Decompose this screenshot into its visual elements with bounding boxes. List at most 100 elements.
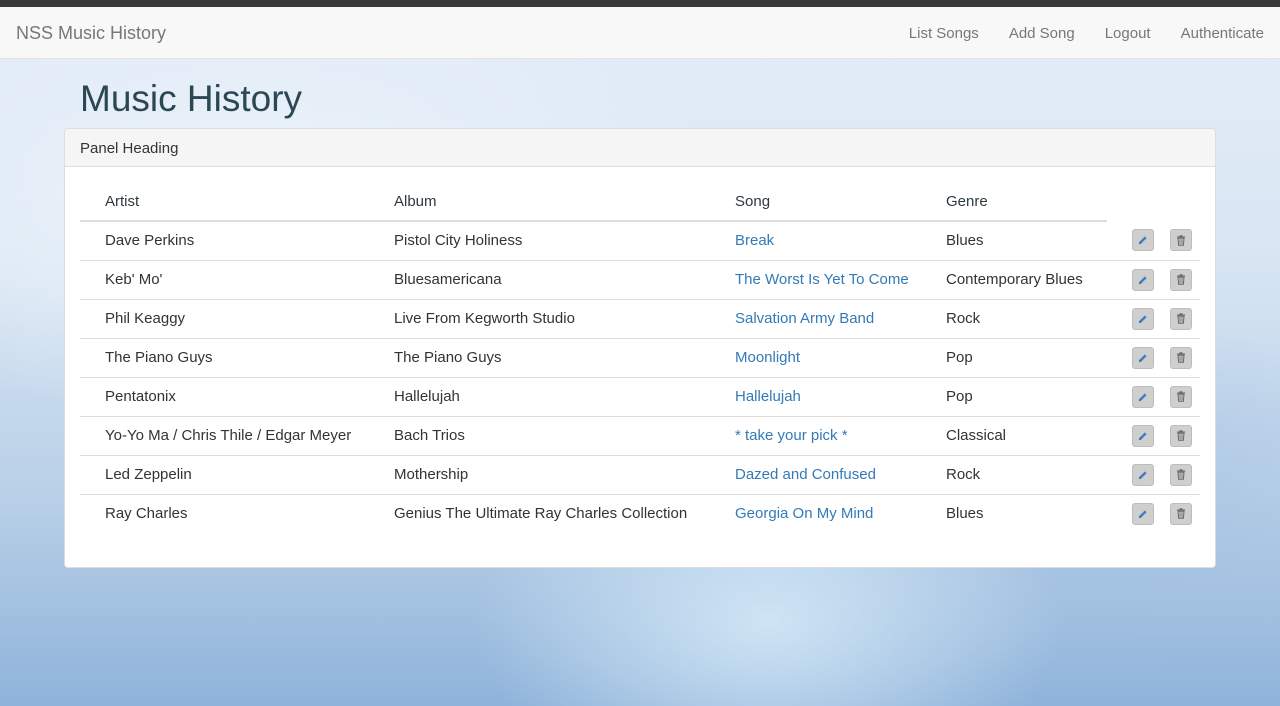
column-header-edit	[1107, 182, 1154, 221]
edit-button[interactable]	[1132, 385, 1154, 408]
cell-album: Genius The Ultimate Ray Charles Collecti…	[394, 493, 735, 533]
cell-delete	[1154, 337, 1200, 377]
nav-link-add-song[interactable]: Add Song	[1009, 25, 1075, 42]
trash-icon	[1176, 352, 1186, 363]
table-row: Keb' Mo' Bluesamericana The Worst Is Yet T…	[80, 259, 1200, 299]
cell-song: Dazed and Confused	[735, 454, 946, 494]
trash-icon	[1176, 274, 1186, 285]
cell-song: Break	[735, 221, 946, 260]
column-header-genre: Genre	[946, 182, 1107, 222]
song-link[interactable]: Hallelujah	[735, 388, 801, 405]
nav-link-logout[interactable]: Logout	[1105, 25, 1151, 42]
table-row: Yo-Yo Ma / Chris Thile / Edgar Meyer Bach…	[80, 415, 1200, 455]
cell-artist: Ray Charles	[80, 493, 394, 533]
trash-icon	[1176, 391, 1186, 402]
cell-song: Georgia On My Mind	[735, 493, 946, 533]
page-title: Music History	[80, 78, 303, 119]
table-row: Ray Charles Genius The Ultimate Ray Charl…	[80, 493, 1200, 533]
cell-album: Hallelujah	[394, 376, 735, 416]
edit-button[interactable]	[1132, 268, 1154, 291]
pencil-icon	[1138, 392, 1148, 402]
cell-artist: Pentatonix	[80, 376, 394, 416]
table-row: Phil Keaggy Live From Kegworth Studio Salv…	[80, 298, 1200, 338]
cell-album: Pistol City Holiness	[394, 232, 523, 250]
song-link[interactable]: Moonlight	[735, 349, 800, 366]
cell-delete	[1154, 454, 1200, 494]
nav-link-authenticate[interactable]: Authenticate	[1181, 25, 1264, 42]
cell-edit	[1107, 259, 1154, 299]
cell-artist: Dave Perkins	[105, 232, 195, 250]
cell-edit	[1107, 454, 1154, 494]
song-link[interactable]: Dazed and Confused	[735, 466, 876, 483]
cell-genre: Blues	[946, 493, 1107, 533]
pencil-icon	[1138, 470, 1148, 480]
trash-icon	[1176, 313, 1186, 324]
edit-button[interactable]	[1132, 463, 1154, 486]
navbar: NSS Music History List Songs Add Song Lo…	[0, 7, 1280, 59]
edit-button[interactable]	[1132, 307, 1154, 330]
cell-genre: Contemporary Blues	[946, 259, 1107, 299]
cell-delete	[1154, 298, 1200, 338]
navbar-brand[interactable]: NSS Music History	[16, 23, 166, 44]
song-link[interactable]: Break	[735, 232, 774, 249]
cell-song: * take your pick *	[735, 415, 946, 455]
song-link[interactable]: Salvation Army Band	[735, 310, 874, 327]
edit-button[interactable]	[1132, 229, 1154, 252]
songs-table: Artist Album Song Genre Dave Perkins Pist…	[80, 182, 1200, 533]
column-header-artist: Artist	[80, 182, 394, 222]
pencil-icon	[1138, 509, 1148, 519]
songs-panel: Panel Heading Artist Album Song Genre Da…	[64, 128, 1216, 568]
cell-genre: Rock	[946, 454, 1107, 494]
cell-delete	[1154, 259, 1200, 299]
cell-genre: Classical	[946, 415, 1107, 455]
delete-button[interactable]	[1170, 307, 1192, 330]
column-header-song: Song	[735, 182, 946, 222]
cell-delete	[1154, 493, 1200, 533]
cell-artist: Phil Keaggy	[80, 298, 394, 338]
cell-song: The Worst Is Yet To Come	[735, 259, 946, 299]
song-link[interactable]: * take your pick *	[735, 427, 848, 444]
pencil-icon	[1138, 353, 1148, 363]
table-row: Led Zeppelin Mothership Dazed and Confused…	[80, 454, 1200, 494]
delete-button[interactable]	[1170, 268, 1192, 291]
pencil-icon	[1138, 275, 1148, 285]
song-link[interactable]: The Worst Is Yet To Come	[735, 271, 909, 288]
browser-top-strip	[0, 0, 1280, 7]
cell-song: Moonlight	[735, 337, 946, 377]
cell-edit	[1107, 221, 1154, 260]
cell-artist: Led Zeppelin	[80, 454, 394, 494]
edit-button[interactable]	[1132, 346, 1154, 369]
delete-button[interactable]	[1170, 502, 1192, 525]
cell-delete	[1154, 415, 1200, 455]
nav-link-list-songs[interactable]: List Songs	[909, 25, 979, 42]
cell-album: Mothership	[394, 454, 735, 494]
table-row: Pentatonix Hallelujah Hallelujah Pop	[80, 376, 1200, 416]
cell-edit	[1107, 298, 1154, 338]
column-header-delete	[1154, 182, 1200, 221]
edit-button[interactable]	[1132, 502, 1154, 525]
cell-artist: Keb' Mo'	[80, 259, 394, 299]
cell-delete	[1154, 376, 1200, 416]
cell-edit	[1107, 376, 1154, 416]
delete-button[interactable]	[1170, 385, 1192, 408]
table-row: Dave Perkins Pistol City Holiness Break Blu…	[80, 221, 1200, 260]
cell-artist: Yo-Yo Ma / Chris Thile / Edgar Meyer	[80, 415, 394, 455]
pencil-icon	[1138, 431, 1148, 441]
delete-button[interactable]	[1170, 229, 1192, 252]
song-link[interactable]: Georgia On My Mind	[735, 505, 873, 522]
table-header-row: Artist Album Song Genre	[80, 182, 1200, 222]
cell-artist: The Piano Guys	[80, 337, 394, 377]
delete-button[interactable]	[1170, 346, 1192, 369]
delete-button[interactable]	[1170, 463, 1192, 486]
delete-button[interactable]	[1170, 424, 1192, 447]
cell-song: Salvation Army Band	[735, 298, 946, 338]
cell-genre: Rock	[946, 298, 1107, 338]
cell-song: Hallelujah	[735, 376, 946, 416]
cell-edit	[1107, 337, 1154, 377]
column-header-album: Album	[394, 182, 735, 222]
edit-button[interactable]	[1132, 424, 1154, 447]
cell-edit	[1107, 415, 1154, 455]
trash-icon	[1176, 469, 1186, 480]
pencil-icon	[1138, 235, 1148, 245]
navbar-links: List Songs Add Song Logout Authenticate	[879, 7, 1264, 59]
